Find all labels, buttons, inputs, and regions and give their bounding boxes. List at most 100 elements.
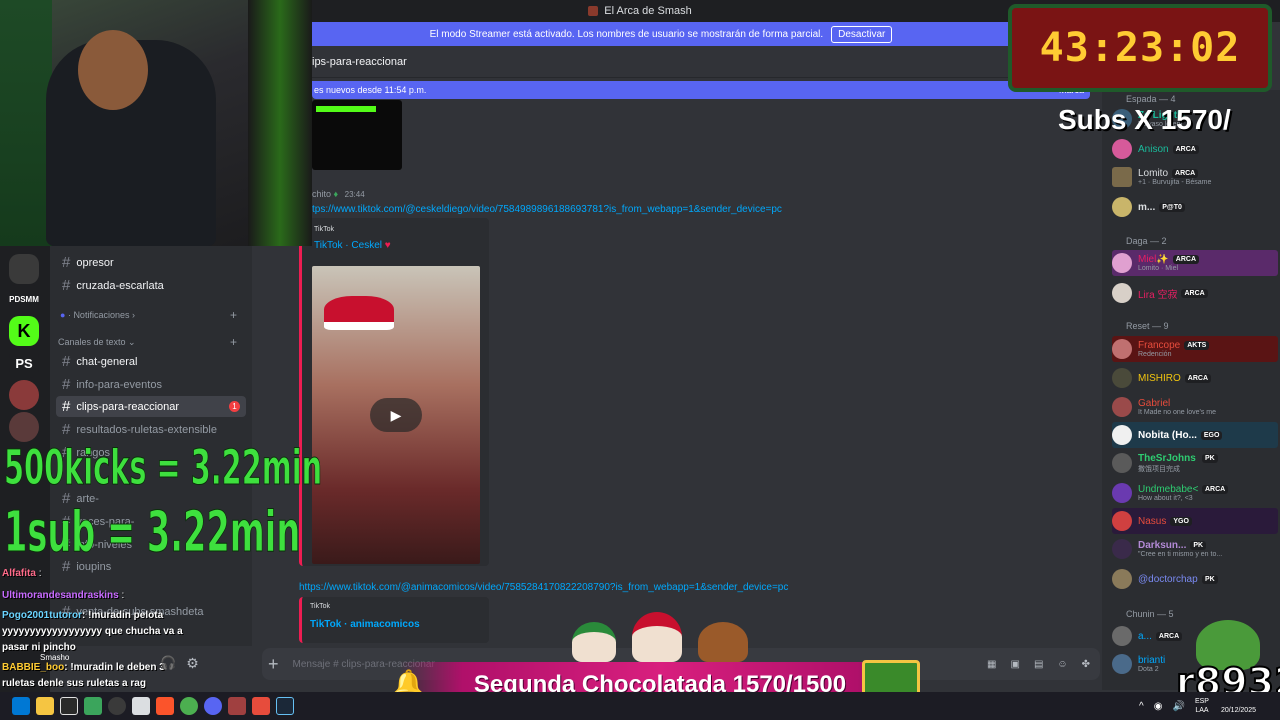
language-indicator[interactable]: ESP LAA	[1195, 697, 1209, 715]
network-icon[interactable]: ◉	[1154, 701, 1163, 712]
emoji-icon[interactable]: ☺	[1057, 659, 1067, 670]
message-link-2[interactable]: https://www.tiktok.com/@animacomicos/vid…	[299, 582, 788, 593]
channel-item[interactable]: # cruzada-escarlata	[56, 275, 246, 296]
avatar	[1112, 569, 1132, 589]
chat-line: pasar ni pincho	[2, 642, 76, 653]
channel-label: resultados-ruletas-extensible	[76, 423, 217, 436]
server-icon[interactable]	[9, 380, 39, 410]
tiktok-embed-2: TikTok TikTok · animacomicos	[299, 597, 489, 643]
christmas-characters	[572, 612, 752, 662]
member-status: Redención	[1138, 351, 1172, 358]
hash-icon: #	[62, 398, 71, 415]
member-item[interactable]: m... P@T0	[1112, 194, 1278, 220]
channel-item[interactable]: # opresor	[56, 252, 246, 273]
member-status: +1 · Burvujita - Bésame	[1138, 179, 1212, 186]
channel-item[interactable]: # resultados-ruletas-extensible	[56, 419, 246, 440]
channel-item[interactable]: # chat-general	[56, 351, 246, 372]
avatar	[1112, 626, 1132, 646]
clock[interactable]: 20/12/2025	[1221, 706, 1256, 715]
headphones-icon[interactable]: 🎧	[160, 655, 176, 671]
windows-start-icon[interactable]	[12, 697, 30, 715]
role-header-daga: Daga — 2	[1126, 236, 1167, 246]
channel-label: info-para-eventos	[76, 378, 162, 391]
channel-item-active[interactable]: # clips-para-reaccionar 1	[56, 396, 246, 417]
message-author-line: chito ♦ 23:44	[312, 189, 365, 199]
gif-icon[interactable]: ▣	[1010, 659, 1019, 670]
member-item[interactable]: @doctorchapat... PK	[1112, 566, 1278, 592]
embed-thumbnail-prev[interactable]	[312, 100, 402, 170]
member-item[interactable]: Nasus YGO	[1112, 508, 1278, 534]
streamer-head	[78, 30, 148, 110]
message-time: 23:44	[344, 190, 365, 199]
steam-icon[interactable]	[276, 697, 294, 715]
apps-icon[interactable]: ✤	[1082, 659, 1090, 670]
new-messages-bar[interactable]: es nuevos desde 11:54 p.m. Marca	[312, 81, 1090, 99]
video-thumbnail[interactable]: ▶	[312, 266, 480, 564]
member-item[interactable]: Lomito ARCA +1 · Burvujita - Bésame	[1112, 164, 1278, 190]
clock-date: 20/12/2025	[1220, 707, 1256, 714]
sticker-icon[interactable]: ▤	[1034, 659, 1043, 670]
server-icon[interactable]: PS	[9, 348, 39, 378]
brave-browser-icon[interactable]	[156, 697, 174, 715]
app-icon[interactable]	[228, 697, 246, 715]
language-sub: LAA	[1195, 707, 1209, 714]
language-code: ESP	[1194, 698, 1209, 705]
text-channels-category[interactable]: Canales de texto ⌄	[58, 337, 136, 348]
member-item[interactable]: Darksun... PK "Cree en ti mismo y en to...	[1112, 536, 1278, 562]
member-name: a...	[1138, 630, 1152, 642]
embed-title[interactable]: TikTok · Ceskel ♥	[314, 240, 391, 251]
member-item[interactable]: Undmebabe<3 ARCA How about it?, <3	[1112, 480, 1278, 506]
obs-icon[interactable]	[108, 697, 126, 715]
app-icon[interactable]	[132, 697, 150, 715]
member-item[interactable]: Nobita (Ho... EGO	[1112, 422, 1278, 448]
discord-icon[interactable]	[204, 697, 222, 715]
role-header-reset: Reset — 9	[1126, 321, 1169, 331]
add-icon[interactable]: +	[230, 308, 237, 322]
member-item[interactable]: MISHIRO ARCA	[1112, 365, 1278, 391]
chat-line: Ultimorandesandraskins :	[2, 590, 124, 601]
tray-chevron-icon[interactable]: ^	[1139, 701, 1144, 712]
gift-icon[interactable]: ▦	[987, 659, 996, 670]
server-icon[interactable]	[9, 254, 39, 284]
server-icon[interactable]: K	[9, 316, 39, 346]
embed-title-text[interactable]: TikTok · Ceskel	[314, 240, 382, 251]
server-icon[interactable]	[9, 412, 39, 442]
member-tag: ARCA	[1181, 288, 1208, 298]
member-tag: PK	[1202, 453, 1218, 463]
channel-item[interactable]: # info-para-eventos	[56, 374, 246, 395]
app-icon[interactable]	[252, 697, 270, 715]
subs-counter: Subs X 1570/	[1058, 104, 1231, 135]
server-icon[interactable]: PDSMM	[9, 284, 39, 314]
message-author[interactable]: chito	[312, 189, 331, 199]
avatar	[1112, 167, 1132, 187]
member-item[interactable]: Miel✨ ARCA Lomito · Miel	[1112, 250, 1278, 276]
avatar	[1112, 654, 1132, 674]
streamer-mode-bar: El modo Streamer está activado. Los nomb…	[312, 22, 1010, 46]
embed-title-2[interactable]: TikTok · animacomicos	[310, 619, 420, 630]
deactivate-streamer-button[interactable]: Desactivar	[831, 25, 893, 43]
settings-gear-icon[interactable]: ⚙	[186, 655, 199, 672]
chat-user: BABBIE_boo	[2, 662, 65, 673]
user-panel: 🎧 ⚙	[160, 652, 250, 674]
message-link-1[interactable]: tps://www.tiktok.com/@ceskeldiego/video/…	[312, 204, 782, 215]
member-item[interactable]: Francope AKTS Redención	[1112, 336, 1278, 362]
play-button-icon[interactable]: ▶	[370, 398, 422, 432]
member-item[interactable]: Gabriel It Made no one love's me	[1112, 394, 1278, 420]
app-icon[interactable]	[60, 697, 78, 715]
member-item[interactable]: Anison ARCA	[1112, 136, 1278, 162]
member-tag: ARCA	[1202, 485, 1229, 494]
file-explorer-icon[interactable]	[36, 697, 54, 715]
channel-label: chat-general	[76, 355, 138, 368]
notifications-category[interactable]: ● · Notificaciones ›	[60, 310, 135, 320]
volume-icon[interactable]: 🔊	[1172, 701, 1184, 712]
play-app-icon[interactable]	[84, 697, 102, 715]
chat-text: yyyyyyyyyyyyyyyyyy que chucha va a	[2, 626, 183, 637]
member-name: Gabriel	[1138, 398, 1171, 409]
add-channel-icon[interactable]: +	[230, 335, 237, 349]
add-attachment-icon[interactable]: +	[268, 654, 279, 675]
avatar	[1112, 539, 1132, 559]
chrome-icon[interactable]	[180, 697, 198, 715]
avatar	[1112, 425, 1132, 445]
member-item[interactable]: Lira 空寂 ARCA	[1112, 280, 1278, 306]
member-item[interactable]: TheSrJohns ... PK 撒饿项目完成	[1112, 450, 1278, 476]
